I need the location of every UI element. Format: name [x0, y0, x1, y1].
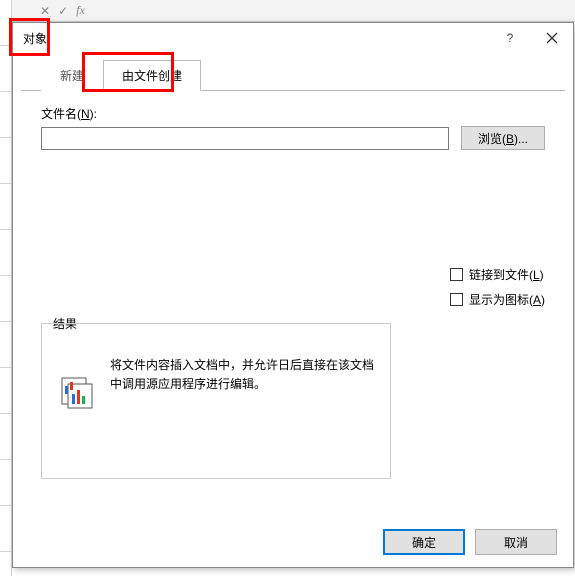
browse-button[interactable]: 浏览(B)...: [461, 126, 545, 150]
document-embed-icon: [56, 356, 96, 413]
filename-label: 文件名(N):: [41, 105, 545, 122]
options: 链接到文件(L) 显示为图标(A): [450, 266, 545, 308]
dialog-footer: 确定 取消: [13, 517, 573, 567]
close-icon: [546, 32, 558, 44]
link-to-file-checkbox[interactable]: 链接到文件(L): [450, 266, 545, 283]
checkbox-icon: [450, 268, 463, 281]
help-button[interactable]: ?: [489, 23, 531, 53]
dialog-title: 对象: [23, 30, 47, 47]
result-description: 将文件内容插入文档中，并允许日后直接在该文档中调用源应用程序进行编辑。: [110, 356, 376, 394]
display-as-icon-checkbox[interactable]: 显示为图标(A): [450, 291, 545, 308]
formula-bar: ✕ ✓ fx: [12, 0, 575, 22]
object-dialog: 对象 ? 新建 由文件创建 文件名(N): 浏览(B)... 链接到文件(L): [12, 22, 574, 568]
checkbox-icon: [450, 293, 463, 306]
close-button[interactable]: [531, 23, 573, 53]
display-as-icon-label: 显示为图标(A): [469, 291, 545, 308]
tab-from-file[interactable]: 由文件创建: [103, 60, 201, 91]
dialog-titlebar: 对象 ?: [13, 23, 573, 53]
tabs: 新建 由文件创建: [21, 53, 565, 91]
dialog-body: 文件名(N): 浏览(B)... 链接到文件(L) 显示为图标(A) 结果: [13, 91, 573, 517]
filename-input[interactable]: [41, 127, 449, 150]
cancel-formula-icon: ✕: [40, 4, 50, 18]
ok-button[interactable]: 确定: [383, 529, 465, 555]
cancel-button[interactable]: 取消: [475, 529, 557, 555]
fx-icon: fx: [76, 3, 85, 18]
tab-new[interactable]: 新建: [41, 60, 103, 91]
result-group: 将文件内容插入文档中，并允许日后直接在该文档中调用源应用程序进行编辑。: [41, 323, 391, 479]
link-to-file-label: 链接到文件(L): [469, 266, 544, 283]
enter-formula-icon: ✓: [58, 4, 68, 18]
spreadsheet-row-headers: [0, 0, 12, 576]
